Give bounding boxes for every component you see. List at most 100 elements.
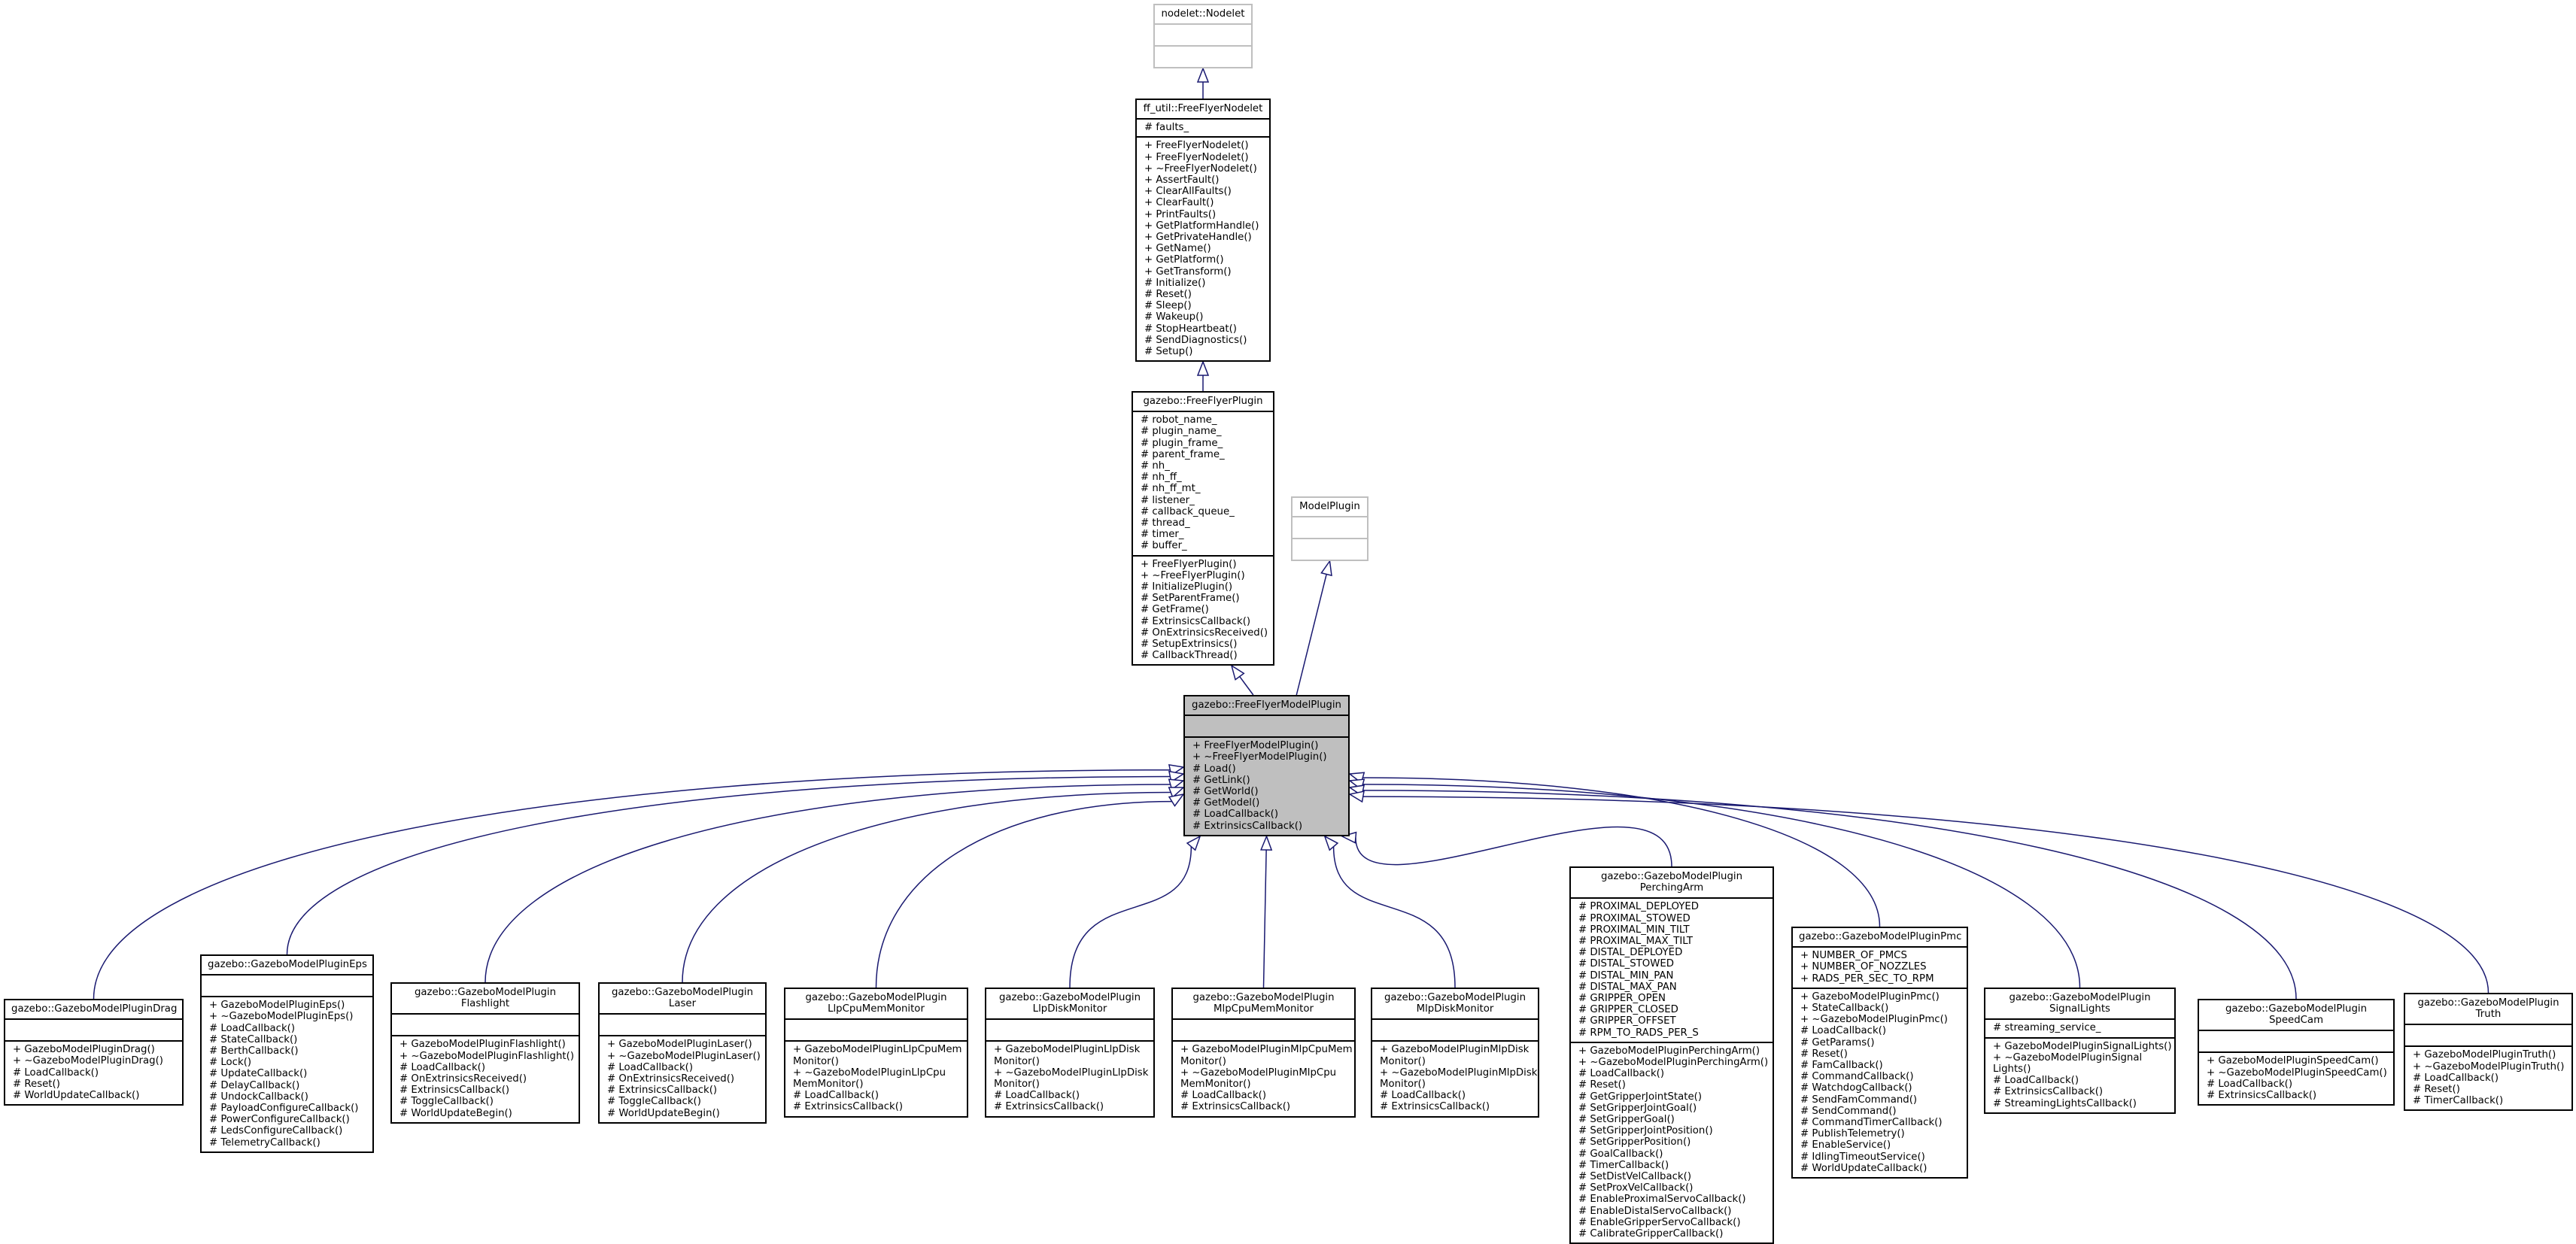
method: # SendFamCommand(): [1800, 1094, 1918, 1106]
attribute: # PROXIMAL_STOWED: [1578, 912, 1690, 924]
class-box-ffmodel[interactable]: gazebo::FreeFlyerModelPlugin + FreeFlyerM…: [1183, 695, 1350, 836]
class-box-eps[interactable]: gazebo::GazeboModelPluginEps + GazeboMode…: [200, 954, 374, 1153]
inheritance-edge-llpcpu-to-ffmodel: [875, 800, 1172, 988]
class-box-flashlight[interactable]: gazebo::GazeboModelPlugin Flashlight + Ga…: [390, 982, 580, 1124]
attribute: # RPM_TO_RADS_PER_S: [1578, 1027, 1699, 1039]
class-box-pmc[interactable]: gazebo::GazeboModelPluginPmc + NUMBER_OF_…: [1791, 927, 1968, 1179]
method: + ~GazeboModelPluginMlpDisk: [1380, 1067, 1538, 1079]
class-box-drag[interactable]: gazebo::GazeboModelPluginDrag + GazeboMod…: [4, 999, 184, 1106]
method: + FreeFlyerNodelet(): [1144, 140, 1249, 152]
method: # LedsConfigureCallback(): [209, 1125, 343, 1137]
attributes-section: [1185, 716, 1348, 739]
method: Monitor(): [1380, 1079, 1426, 1091]
class-box-truth[interactable]: gazebo::GazeboModelPlugin Truth + GazeboM…: [2404, 993, 2573, 1112]
inheritance-edge-mlpdisk-to-ffmodel: [1332, 846, 1456, 988]
class-name: gazebo::GazeboModelPluginEps: [202, 956, 372, 976]
method: # PowerConfigureCallback(): [209, 1114, 350, 1126]
method: # GetParams(): [1800, 1036, 1875, 1048]
methods-section: + GazeboModelPluginSpeedCam() + ~GazeboMo…: [2199, 1053, 2393, 1104]
inheritance-edge-llpdisk-to-ffmodel: [1069, 846, 1192, 988]
attribute: + NUMBER_OF_PMCS: [1800, 950, 1907, 962]
attribute: # nh_ff_mt_: [1141, 483, 1201, 495]
inheritance-arrow-icon: [1260, 834, 1273, 851]
method: # Load(): [1192, 763, 1236, 775]
method: + ~GazeboModelPluginDrag(): [13, 1055, 163, 1067]
method: # LoadCallback(): [1578, 1068, 1665, 1080]
class-box-laser[interactable]: gazebo::GazeboModelPlugin Laser + GazeboM…: [598, 982, 767, 1124]
class-name: nodelet::Nodelet: [1155, 5, 1251, 26]
method: # OnExtrinsicsReceived(): [399, 1073, 527, 1085]
method: # IdlingTimeoutService(): [1800, 1151, 1925, 1163]
class-box-nodelet[interactable]: nodelet::Nodelet: [1153, 4, 1253, 69]
method: # InitializePlugin(): [1141, 581, 1233, 593]
class-box-speedcam[interactable]: gazebo::GazeboModelPlugin SpeedCam + Gaze…: [2198, 999, 2395, 1106]
attributes-section: [392, 1015, 579, 1037]
method: # LoadCallback(): [2207, 1078, 2293, 1090]
method: # WatchdogCallback(): [1800, 1082, 1912, 1094]
method: + FreeFlyerNodelet(): [1144, 151, 1249, 163]
class-box-llpcpu[interactable]: gazebo::GazeboModelPlugin LlpCpuMemMonit…: [784, 988, 968, 1118]
class-name: gazebo::GazeboModelPlugin SignalLights: [1985, 989, 2174, 1021]
attributes-section: [202, 975, 372, 998]
class-name: ff_util::FreeFlyerNodelet: [1137, 100, 1269, 120]
class-box-ffnodelet[interactable]: ff_util::FreeFlyerNodelet # faults_ + Free…: [1135, 99, 1271, 363]
method: + GetPlatform(): [1144, 254, 1224, 266]
attribute: # plugin_frame_: [1141, 437, 1223, 449]
class-box-llpdisk[interactable]: gazebo::GazeboModelPlugin LlpDiskMonitor…: [985, 988, 1155, 1118]
method: # ExtrinsicsCallback(): [399, 1085, 510, 1097]
method: + GazeboModelPluginLlpCpuMem: [793, 1044, 962, 1056]
attribute: # PROXIMAL_DEPLOYED: [1578, 901, 1699, 913]
inheritance-edge-flashlight-to-ffmodel: [485, 784, 1171, 983]
class-box-perching[interactable]: gazebo::GazeboModelPlugin PerchingArm # P…: [1569, 866, 1774, 1244]
attribute: # PROXIMAL_MIN_TILT: [1578, 924, 1690, 936]
method: + GetName(): [1144, 243, 1211, 255]
attributes-section: + NUMBER_OF_PMCS + NUMBER_OF_NOZZLES + RAD…: [1793, 948, 1967, 989]
method: Monitor(): [793, 1055, 839, 1067]
method: # SetGripperGoal(): [1578, 1114, 1675, 1126]
method: # DelayCallback(): [209, 1079, 300, 1091]
class-box-mlpcpu[interactable]: gazebo::GazeboModelPlugin MlpCpuMemMonit…: [1171, 988, 1356, 1118]
class-box-mlpdisk[interactable]: gazebo::GazeboModelPlugin MlpDiskMonitor…: [1371, 988, 1539, 1118]
method: # LoadCallback(): [607, 1061, 694, 1073]
method: # LoadCallback(): [2413, 1072, 2499, 1084]
class-box-signallights[interactable]: gazebo::GazeboModelPlugin SignalLights # …: [1984, 988, 2176, 1114]
method: # WorldUpdateCallback(): [1800, 1162, 1927, 1174]
method: + ClearAllFaults(): [1144, 186, 1232, 198]
method: + GazeboModelPluginMlpCpuMem: [1180, 1044, 1353, 1056]
method: + ~GazeboModelPluginLlpCpu: [793, 1067, 946, 1079]
method: # SetGripperPosition(): [1578, 1136, 1691, 1148]
class-name: gazebo::GazeboModelPlugin Flashlight: [392, 984, 579, 1015]
class-box-ffplugin[interactable]: gazebo::FreeFlyerPlugin # robot_name_ # pl…: [1132, 391, 1274, 666]
method: # FamCallback(): [1800, 1060, 1883, 1072]
methods-section: + GazeboModelPluginMlpDisk Monitor() + ~Ga…: [1372, 1042, 1538, 1115]
method: + ClearFault(): [1144, 197, 1214, 209]
attribute: # DISTAL_DEPLOYED: [1578, 947, 1683, 959]
attribute: # PROXIMAL_MAX_TILT: [1578, 936, 1693, 948]
method: # TelemetryCallback(): [209, 1136, 320, 1148]
method: # EnableDistalServoCallback(): [1578, 1205, 1732, 1217]
method: # TimerCallback(): [1578, 1159, 1669, 1171]
method: # WorldUpdateBegin(): [607, 1107, 720, 1119]
method: # Reset(): [1144, 289, 1192, 301]
attributes-section: [785, 1020, 967, 1042]
methods-section: + GazeboModelPluginLlpCpuMem Monitor() + ~…: [785, 1042, 967, 1115]
methods-section: [1155, 47, 1251, 67]
method: # UndockCallback(): [209, 1091, 308, 1103]
inheritance-arrow-icon: [1186, 835, 1201, 851]
attribute: # listener_: [1141, 494, 1195, 506]
methods-section: + GazeboModelPluginSignalLights() + ~Gaze…: [1985, 1039, 2174, 1112]
method: + ~GazeboModelPluginPmc(): [1800, 1014, 1948, 1026]
method: + ~GazeboModelPluginTruth(): [2413, 1060, 2565, 1073]
method: + StateCallback(): [1800, 1003, 1889, 1015]
attributes-section: # robot_name_ # plugin_name_ # plugin_fram…: [1133, 412, 1273, 557]
class-box-modelplugin[interactable]: ModelPlugin: [1291, 496, 1368, 562]
inheritance-edge-mlpcpu-to-ffmodel: [1262, 849, 1267, 988]
inheritance-edge-ffmodel-to-modelplugin: [1296, 574, 1327, 696]
class-name: gazebo::GazeboModelPlugin LlpDiskMonitor: [986, 989, 1153, 1021]
attribute: # GRIPPER_OFFSET: [1578, 1015, 1676, 1027]
method: # CommandCallback(): [1800, 1071, 1914, 1083]
method: # LoadCallback(): [399, 1061, 486, 1073]
method: + GazeboModelPluginDrag(): [13, 1044, 155, 1056]
attribute: + NUMBER_OF_NOZZLES: [1800, 961, 1927, 973]
method: # Reset(): [1578, 1079, 1626, 1091]
